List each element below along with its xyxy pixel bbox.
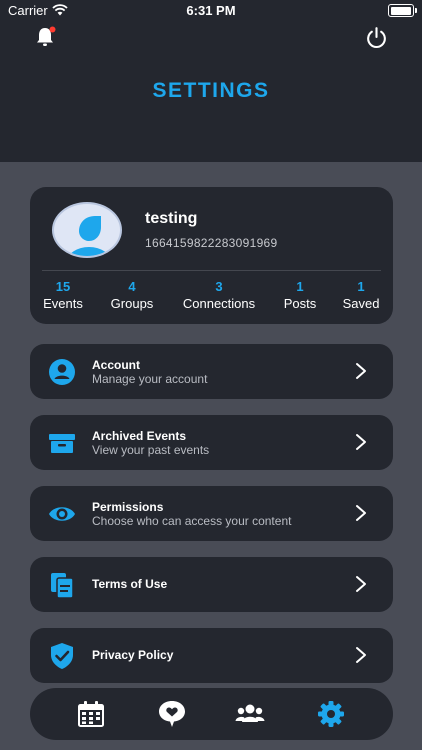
stat-saved[interactable]: 1 Saved (340, 279, 382, 311)
menu-item-permissions[interactable]: Permissions Choose who can access your c… (30, 486, 393, 541)
stat-count: 4 (128, 279, 136, 294)
menu-item-subtitle: Choose who can access your content (92, 514, 292, 528)
page-title: SETTINGS (152, 79, 270, 102)
stat-events[interactable]: 15 Events (42, 279, 84, 311)
stat-posts[interactable]: 1 Posts (280, 279, 320, 311)
battery-icon (388, 4, 417, 17)
shield-check-icon (51, 643, 73, 669)
menu-item-archived-events[interactable]: Archived Events View your past events (30, 415, 393, 470)
calendar-icon[interactable] (76, 700, 106, 728)
menu-item-title: Terms of Use (92, 577, 168, 591)
menu-item-account[interactable]: Account Manage your account (30, 344, 393, 399)
stat-count: 3 (215, 279, 223, 294)
gear-icon[interactable] (316, 700, 346, 728)
menu-item-title: Privacy Policy (92, 648, 174, 662)
profile-card: testing 1664159822283091969 15 Events 4 … (30, 187, 393, 324)
notification-dot (49, 26, 56, 33)
stat-count: 15 (55, 279, 71, 294)
power-icon[interactable] (364, 25, 389, 50)
bottom-nav (30, 688, 393, 740)
stat-label: Connections (182, 296, 256, 311)
profile-id: 1664159822283091969 (145, 236, 278, 250)
stat-count: 1 (296, 279, 304, 294)
chevron-right-icon (356, 576, 366, 592)
users-icon[interactable] (235, 700, 265, 728)
menu-item-subtitle: Manage your account (92, 372, 208, 386)
stat-groups[interactable]: 4 Groups (105, 279, 159, 311)
documents-icon (51, 573, 74, 599)
profile-name: testing (145, 210, 198, 227)
stat-label: Events (43, 296, 83, 311)
status-bar: Carrier 6:31 PM (0, 0, 422, 22)
heart-chat-icon[interactable] (157, 700, 187, 728)
menu-item-title: Account (92, 358, 140, 372)
stat-label: Posts (283, 296, 317, 311)
menu-item-privacy-policy[interactable]: Privacy Policy (30, 628, 393, 683)
bell-icon[interactable] (33, 25, 57, 49)
header: Carrier 6:31 PM SETTINGS (0, 0, 422, 162)
avatar-placeholder-icon (68, 216, 110, 256)
chevron-right-icon (356, 363, 366, 379)
chevron-right-icon (356, 434, 366, 450)
eye-icon (49, 507, 75, 521)
menu-item-subtitle: View your past events (92, 443, 210, 457)
menu-item-title: Permissions (92, 500, 164, 514)
menu-item-title: Archived Events (92, 429, 187, 443)
chevron-right-icon (356, 505, 366, 521)
avatar[interactable] (52, 202, 122, 258)
divider (42, 270, 381, 271)
stat-connections[interactable]: 3 Connections (178, 279, 260, 311)
stat-label: Saved (342, 296, 380, 311)
clock: 6:31 PM (186, 3, 236, 18)
stat-count: 1 (357, 279, 365, 294)
menu-item-terms-of-use[interactable]: Terms of Use (30, 557, 393, 612)
user-circle-icon (49, 359, 75, 385)
stat-label: Groups (110, 296, 154, 311)
chevron-right-icon (356, 647, 366, 663)
archive-box-icon (49, 434, 75, 453)
